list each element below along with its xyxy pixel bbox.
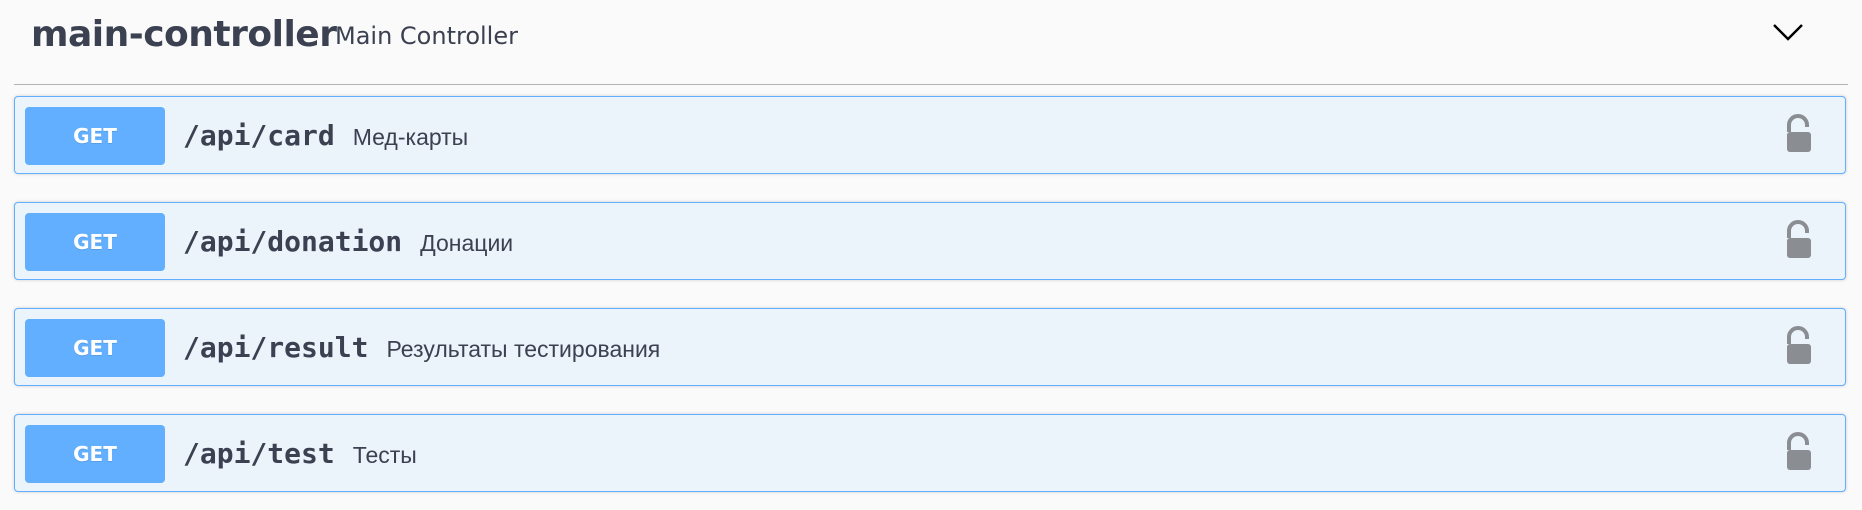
operation-path: /api/test Тесты <box>183 415 417 493</box>
tag-description: Main Controller <box>335 22 518 50</box>
operation-path: /api/result Результаты тестирования <box>183 309 660 387</box>
path-text: /api/card <box>183 119 335 152</box>
operation-get-api-result[interactable]: GET /api/result Результаты тестирования <box>14 308 1846 386</box>
path-text: /api/test <box>183 437 335 470</box>
chevron-down-icon[interactable] <box>1770 18 1806 46</box>
operation-summary: Результаты тестирования <box>386 336 661 362</box>
operation-path: /api/donation Донации <box>183 203 513 281</box>
path-text: /api/result <box>183 331 369 364</box>
unlocked-icon[interactable] <box>1783 432 1815 472</box>
method-badge: GET <box>25 319 165 377</box>
operation-summary: Тесты <box>352 442 417 468</box>
operation-get-api-test[interactable]: GET /api/test Тесты <box>14 414 1846 492</box>
operation-summary: Донации <box>420 230 514 256</box>
tag-name: main-controller <box>31 14 337 55</box>
tag-header[interactable]: main-controller Main Controller <box>14 0 1848 85</box>
swagger-tag-section: main-controller Main Controller GET /api… <box>0 0 1862 510</box>
unlocked-icon[interactable] <box>1783 220 1815 260</box>
operation-path: /api/card Мед-карты <box>183 97 468 175</box>
operation-get-api-card[interactable]: GET /api/card Мед-карты <box>14 96 1846 174</box>
unlocked-icon[interactable] <box>1783 326 1815 366</box>
method-badge: GET <box>25 107 165 165</box>
method-badge: GET <box>25 213 165 271</box>
path-text: /api/donation <box>183 225 403 258</box>
operation-get-api-donation[interactable]: GET /api/donation Донации <box>14 202 1846 280</box>
unlocked-icon[interactable] <box>1783 114 1815 154</box>
method-badge: GET <box>25 425 165 483</box>
operation-summary: Мед-карты <box>352 124 469 150</box>
